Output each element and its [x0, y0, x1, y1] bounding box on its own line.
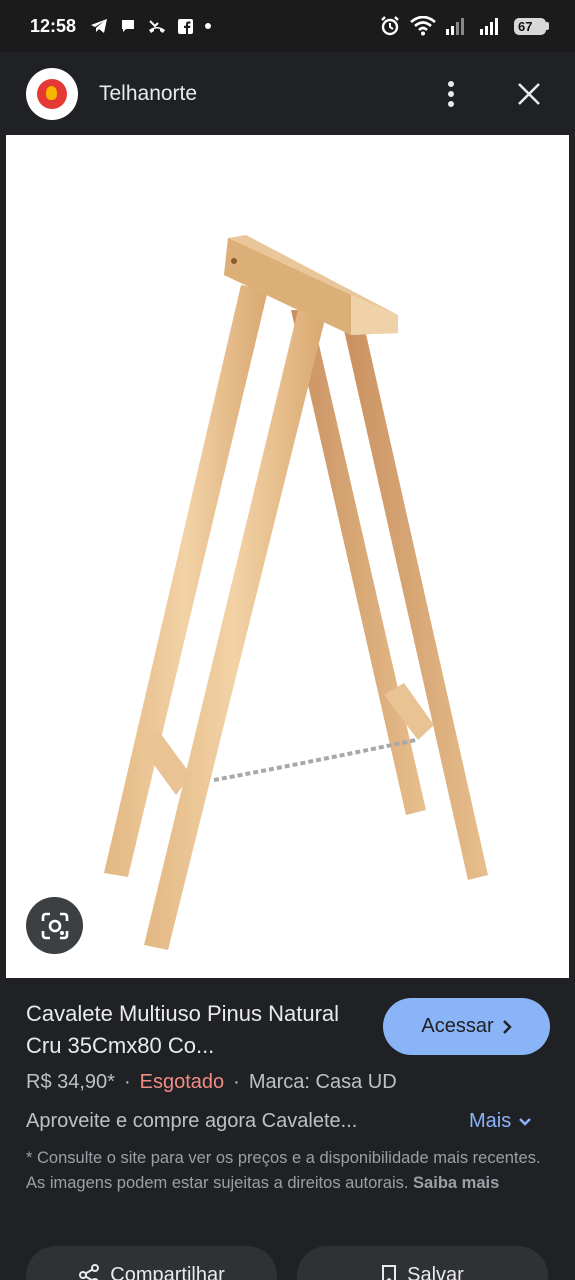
chevron-down-icon [519, 1117, 532, 1126]
disclaimer: * Consulte o site para ver os preços e a… [26, 1146, 551, 1196]
battery-icon: 67 [514, 17, 549, 35]
easel-illustration [104, 235, 488, 950]
save-label: Salvar [407, 1264, 464, 1280]
header-actions [431, 74, 549, 114]
wifi-icon [410, 16, 436, 36]
product-meta: R$ 34,90* · Esgotado · Marca: Casa UD [26, 1071, 397, 1094]
product-description: Aproveite e compre agora Cavalete... [26, 1110, 358, 1132]
missed-call-icon [149, 20, 166, 33]
close-icon [518, 82, 540, 105]
close-button[interactable] [509, 74, 549, 114]
facebook-icon [178, 18, 194, 34]
stock-status: Esgotado [139, 1071, 225, 1093]
save-button[interactable]: Salvar [297, 1246, 548, 1280]
signal-icon [480, 18, 498, 35]
alarm-icon [381, 16, 399, 36]
product-brand: Marca: Casa UD [248, 1071, 397, 1093]
bookmark-icon [382, 1265, 397, 1280]
learn-more-link[interactable]: Saiba mais [413, 1174, 499, 1192]
access-button[interactable]: Acessar [383, 998, 550, 1055]
product-price: R$ 34,90* [26, 1071, 115, 1093]
battery-level: 67 [514, 17, 546, 35]
google-lens-icon [41, 912, 68, 939]
more-button[interactable]: Mais [469, 1110, 532, 1133]
telegram-icon [91, 19, 108, 33]
separator: · [123, 1071, 131, 1093]
share-label: Compartilhar [110, 1264, 225, 1280]
product-info: Cavalete Multiuso Pinus Natural Cru 35Cm… [0, 978, 575, 1280]
separator: · [233, 1071, 240, 1093]
signal-icon [446, 18, 464, 35]
system-icons: 67 [380, 16, 549, 36]
header: Telhanorte [0, 52, 575, 135]
bottom-actions: Compartilhar Salvar [0, 1246, 575, 1280]
more-vert-icon [448, 80, 454, 107]
more-options-button[interactable] [431, 74, 471, 114]
product-image[interactable] [6, 135, 569, 978]
share-icon [79, 1264, 100, 1280]
status-time: 12:58 [30, 15, 77, 36]
site-logo[interactable] [26, 67, 78, 120]
product-title[interactable]: Cavalete Multiuso Pinus Natural Cru 35Cm… [26, 998, 366, 1062]
access-button-label: Acessar [421, 1015, 494, 1037]
dot-icon [205, 23, 212, 29]
lens-search-button[interactable] [26, 897, 83, 954]
notification-icons [90, 18, 212, 34]
share-button[interactable]: Compartilhar [26, 1246, 277, 1280]
chat-icon [122, 20, 135, 32]
status-bar: 12:58 67 [0, 0, 575, 52]
site-name[interactable]: Telhanorte [99, 82, 197, 106]
chevron-right-icon [502, 1019, 512, 1034]
more-label: Mais [469, 1110, 512, 1132]
